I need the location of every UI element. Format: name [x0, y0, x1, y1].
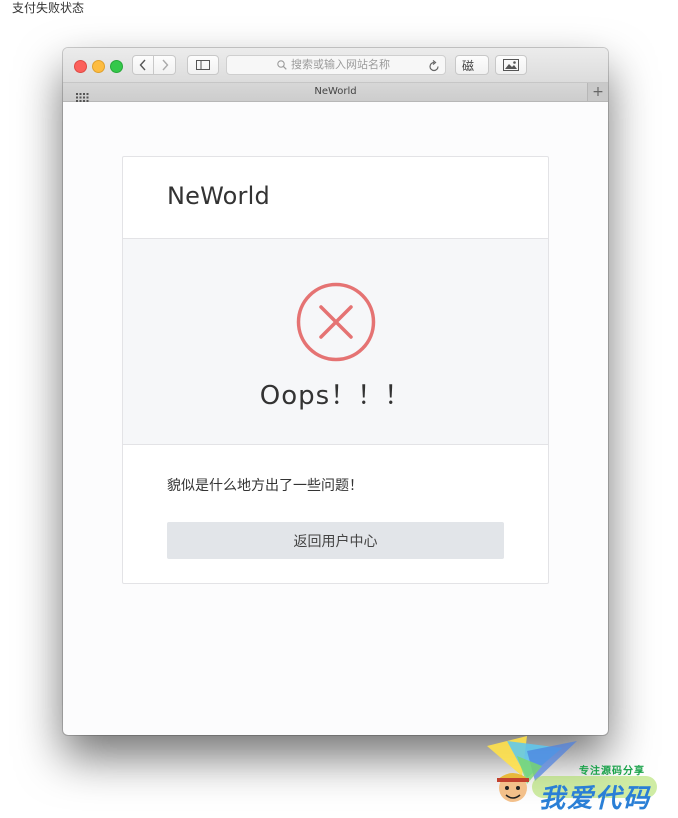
new-tab-button[interactable]: +	[587, 83, 608, 101]
back-arrow-icon	[139, 59, 146, 71]
watermark-tagline: 专注源码分享	[579, 766, 645, 777]
payment-failure-card: NeWorld Oops！！！ 貌似是什么地方出了一些问题！ 返回用户中心	[122, 156, 549, 584]
card-header: NeWorld	[123, 157, 548, 239]
browser-toolbar: 搜索或输入网站名称 磁	[63, 48, 608, 83]
card-body: 貌似是什么地方出了一些问题！ 返回用户中心	[123, 445, 548, 585]
reader-icon: 磁	[462, 58, 474, 72]
svg-text:磁: 磁	[462, 58, 474, 72]
zoom-window-button[interactable]	[110, 60, 123, 73]
watermark-logo: 专注源码分享 我爱代码	[487, 736, 662, 816]
close-window-button[interactable]	[74, 60, 87, 73]
forward-arrow-icon	[161, 59, 168, 71]
image-icon	[503, 59, 519, 71]
browser-window: 搜索或输入网站名称 磁 NeWorld + NeWorld Oops！！！ 貌似…	[63, 48, 608, 735]
tab-title[interactable]: NeWorld	[63, 86, 608, 98]
brand-logo: NeWorld	[167, 182, 270, 210]
error-x-icon	[296, 282, 376, 362]
minimize-window-button[interactable]	[92, 60, 105, 73]
reload-icon	[429, 60, 439, 72]
forward-button[interactable]	[154, 55, 176, 75]
address-placeholder: 搜索或输入网站名称	[277, 58, 390, 72]
page-caption: 支付失败状态	[12, 1, 85, 15]
error-message: 貌似是什么地方出了一些问题！	[167, 478, 363, 494]
reload-button[interactable]	[428, 58, 440, 77]
back-button[interactable]	[132, 55, 154, 75]
sidebar-toggle-button[interactable]	[187, 55, 219, 75]
watermark-name: 我爱代码	[539, 784, 652, 814]
status-title: Oops！！！	[259, 381, 412, 411]
back-to-user-center-button[interactable]: 返回用户中心	[167, 522, 504, 559]
status-section: Oops！！！	[123, 239, 548, 445]
sidebar-icon	[196, 60, 210, 70]
search-icon	[277, 60, 287, 70]
address-bar[interactable]: 搜索或输入网站名称	[226, 55, 446, 75]
tab-bar: NeWorld +	[63, 83, 608, 102]
image-button[interactable]	[495, 55, 527, 75]
address-placeholder-text: 搜索或输入网站名称	[291, 58, 390, 71]
reader-button[interactable]: 磁	[455, 55, 489, 75]
